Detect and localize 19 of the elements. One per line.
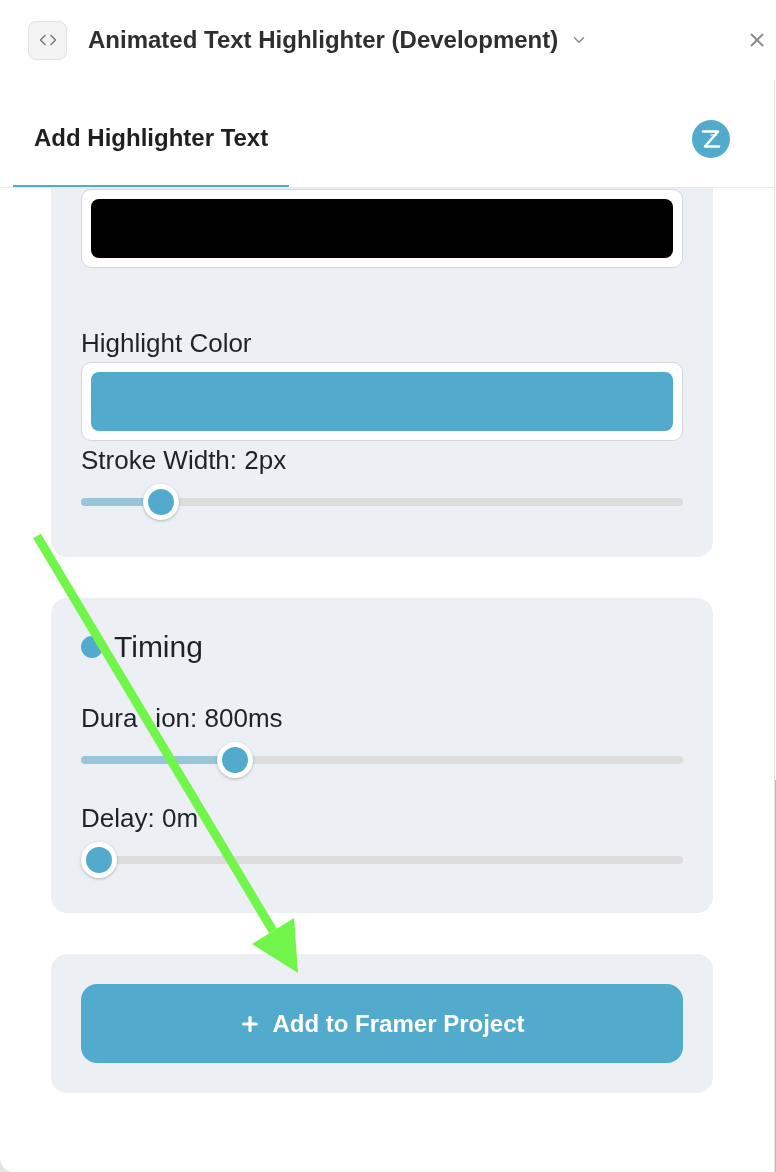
slider[interactable]	[81, 842, 683, 878]
window-title[interactable]: Animated Text Highlighter (Development)	[88, 22, 559, 58]
logo-icon	[692, 120, 730, 158]
dot-icon	[81, 636, 103, 658]
color-field[interactable]	[81, 189, 683, 268]
slider-thumb[interactable]	[216, 742, 253, 778]
slider-label: ion: 800ms	[155, 703, 283, 733]
field-label: Highlight Color	[81, 328, 253, 358]
scrollbar-thumb[interactable]	[775, 780, 776, 1172]
slider[interactable]	[81, 484, 683, 520]
code-button[interactable]	[28, 20, 67, 60]
slider-thumb[interactable]	[81, 842, 117, 878]
section-heading: Timing	[114, 629, 203, 665]
slider[interactable]	[81, 742, 683, 778]
slider-label: Delay: 0m	[81, 803, 199, 833]
slider-label: Stroke Width: 2px	[81, 445, 287, 475]
color-field[interactable]	[81, 362, 683, 441]
slider-thumb[interactable]	[143, 484, 180, 520]
slider-label: Dura	[81, 703, 138, 733]
